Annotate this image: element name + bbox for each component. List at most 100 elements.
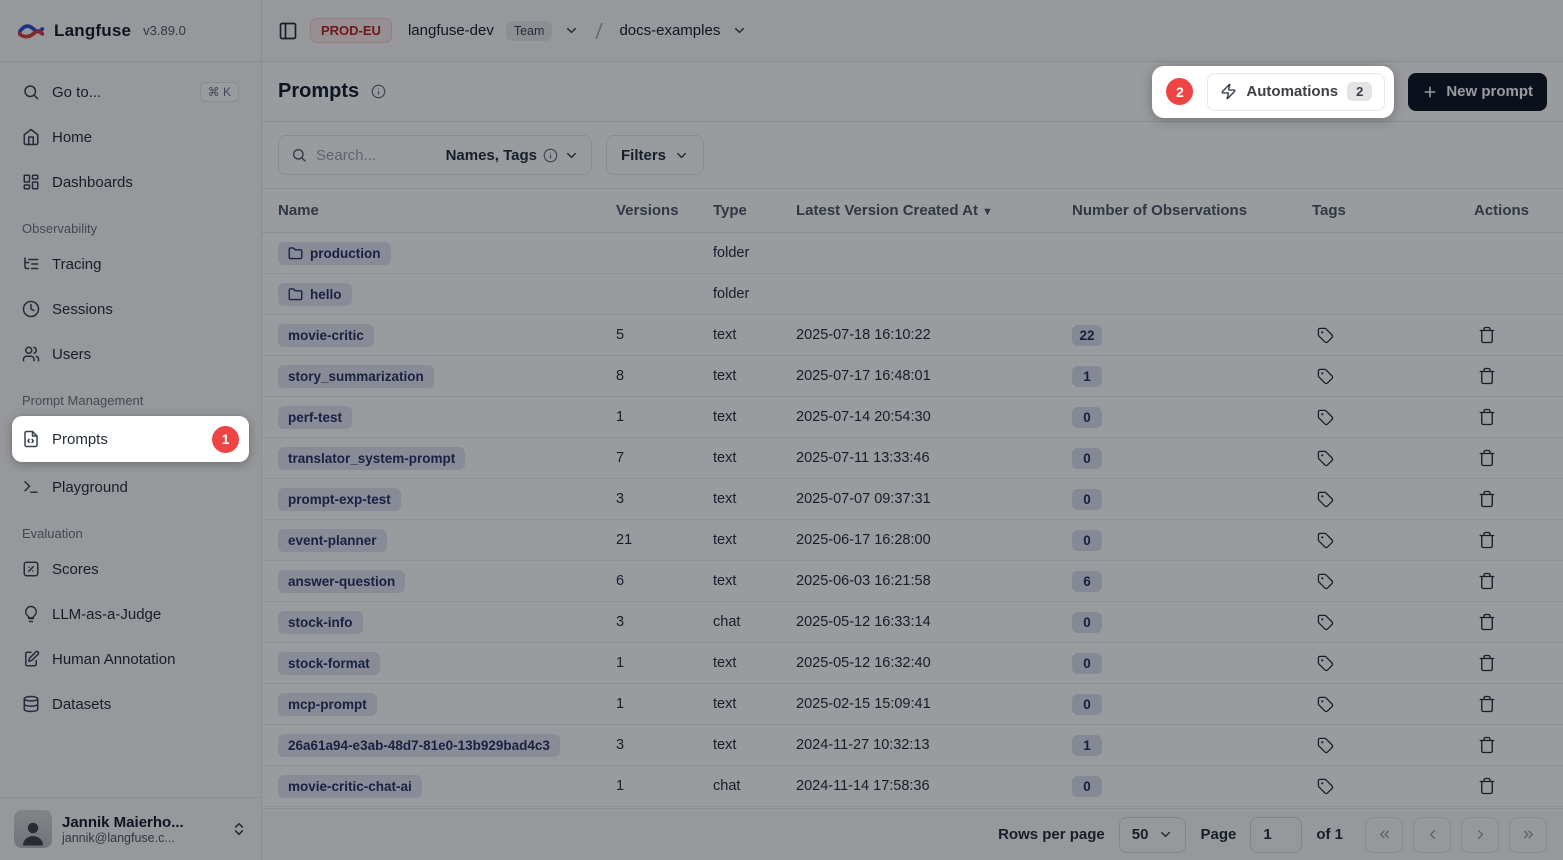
sidebar-item-home[interactable]: Home: [12, 117, 249, 157]
prompts-file-icon: [22, 430, 40, 448]
tag-button[interactable]: [1312, 732, 1338, 758]
search-input[interactable]: Search... Names, Tags: [278, 135, 592, 175]
prompt-name-pill[interactable]: 26a61a94-e3ab-48d7-81e0-13b929bad4c3: [278, 734, 560, 757]
section-prompt-management: Prompt Management: [12, 379, 249, 416]
sidebar-item-scores[interactable]: Scores: [12, 549, 249, 589]
delete-button[interactable]: [1474, 322, 1500, 348]
prompt-name-pill[interactable]: answer-question: [278, 570, 405, 593]
column-header-type[interactable]: Type: [709, 189, 792, 233]
sidebar-item-tracing[interactable]: Tracing: [12, 244, 249, 284]
tag-button[interactable]: [1312, 363, 1338, 389]
table-row[interactable]: movie-critic 5 text 2025-07-18 16:10:22 …: [262, 315, 1563, 356]
sidebar-item-dashboards[interactable]: Dashboards: [12, 162, 249, 202]
info-icon[interactable]: [371, 84, 386, 99]
versions-cell: 7: [612, 438, 709, 479]
table-row[interactable]: 26a61a94-e3ab-48d7-81e0-13b929bad4c3 3 t…: [262, 725, 1563, 766]
prompt-name-pill[interactable]: stock-info: [278, 611, 363, 634]
table-row[interactable]: prompt-exp-test 3 text 2025-07-07 09:37:…: [262, 479, 1563, 520]
column-header-tags[interactable]: Tags: [1308, 189, 1470, 233]
tag-button[interactable]: [1312, 568, 1338, 594]
first-page-button[interactable]: [1365, 817, 1403, 853]
prompt-name-pill[interactable]: story_summarization: [278, 365, 434, 388]
column-header-observations[interactable]: Number of Observations: [1068, 189, 1308, 233]
prompt-name-pill[interactable]: perf-test: [278, 406, 352, 429]
filters-button[interactable]: Filters: [606, 135, 704, 175]
project-breadcrumb[interactable]: docs-examples: [619, 22, 720, 39]
tag-button[interactable]: [1312, 773, 1338, 799]
table-row[interactable]: perf-test 1 text 2025-07-14 20:54:30 0: [262, 397, 1563, 438]
prompt-name-pill[interactable]: translator_system-prompt: [278, 447, 465, 470]
user-name: Jannik Maierho...: [62, 814, 221, 831]
tag-button[interactable]: [1312, 691, 1338, 717]
automations-button[interactable]: Automations 2: [1207, 73, 1385, 111]
sidebar-toggle-icon[interactable]: [278, 21, 298, 41]
delete-button[interactable]: [1474, 363, 1500, 389]
delete-button[interactable]: [1474, 445, 1500, 471]
info-icon: [543, 148, 558, 163]
user-menu[interactable]: Jannik Maierho... jannik@langfuse.c...: [0, 797, 261, 860]
table-row[interactable]: stock-format 1 text 2025-05-12 16:32:40 …: [262, 643, 1563, 684]
delete-button[interactable]: [1474, 773, 1500, 799]
app-version: v3.89.0: [143, 23, 186, 38]
search-scope-dropdown[interactable]: Names, Tags: [446, 147, 579, 164]
delete-button[interactable]: [1474, 650, 1500, 676]
tag-icon: [1317, 491, 1334, 508]
sidebar-item-label: Scores: [52, 561, 99, 578]
next-page-button[interactable]: [1461, 817, 1499, 853]
tag-button[interactable]: [1312, 650, 1338, 676]
chevron-down-icon[interactable]: [564, 23, 579, 38]
topbar: PROD-EU langfuse-dev Team docs-examples: [262, 0, 1563, 62]
table-row[interactable]: movie-critic-chat-ai 1 chat 2024-11-14 1…: [262, 766, 1563, 807]
prompt-name-pill[interactable]: production: [278, 242, 391, 265]
chevron-down-icon[interactable]: [732, 23, 747, 38]
sidebar-item-human-annotation[interactable]: Human Annotation: [12, 639, 249, 679]
tag-button[interactable]: [1312, 486, 1338, 512]
table-row[interactable]: translator_system-prompt 7 text 2025-07-…: [262, 438, 1563, 479]
tag-button[interactable]: [1312, 609, 1338, 635]
delete-button[interactable]: [1474, 732, 1500, 758]
prompt-name-pill[interactable]: event-planner: [278, 529, 387, 552]
column-header-name[interactable]: Name: [262, 189, 612, 233]
table-row[interactable]: story_summarization 8 text 2025-07-17 16…: [262, 356, 1563, 397]
org-breadcrumb[interactable]: langfuse-dev: [408, 22, 494, 39]
tag-button[interactable]: [1312, 322, 1338, 348]
sidebar-item-playground[interactable]: Playground: [12, 467, 249, 507]
prompt-name-pill[interactable]: stock-format: [278, 652, 380, 675]
sidebar-item-llm-as-a-judge[interactable]: LLM-as-a-Judge: [12, 594, 249, 634]
delete-button[interactable]: [1474, 486, 1500, 512]
column-header-created-at[interactable]: Latest Version Created At▼: [792, 189, 1068, 233]
last-page-button[interactable]: [1509, 817, 1547, 853]
table-row[interactable]: event-planner 21 text 2025-06-17 16:28:0…: [262, 520, 1563, 561]
delete-button[interactable]: [1474, 691, 1500, 717]
created-at-cell: 2025-07-14 20:54:30: [792, 397, 1068, 438]
prompt-name-pill[interactable]: movie-critic: [278, 324, 374, 347]
delete-button[interactable]: [1474, 527, 1500, 553]
rows-per-page-select[interactable]: 50: [1119, 817, 1187, 853]
delete-button[interactable]: [1474, 609, 1500, 635]
tag-button[interactable]: [1312, 404, 1338, 430]
page-number-input[interactable]: [1250, 817, 1302, 853]
sidebar-item-datasets[interactable]: Datasets: [12, 684, 249, 724]
sidebar-item-sessions[interactable]: Sessions: [12, 289, 249, 329]
new-prompt-button[interactable]: New prompt: [1408, 73, 1547, 111]
table-row[interactable]: stock-info 3 chat 2025-05-12 16:33:14 0: [262, 602, 1563, 643]
delete-button[interactable]: [1474, 404, 1500, 430]
type-cell: text: [709, 479, 792, 520]
sidebar-item-users[interactable]: Users: [12, 334, 249, 374]
column-header-versions[interactable]: Versions: [612, 189, 709, 233]
table-row[interactable]: mcp-prompt 1 text 2025-02-15 15:09:41 0: [262, 684, 1563, 725]
delete-button[interactable]: [1474, 568, 1500, 594]
table-row[interactable]: hello folder: [262, 274, 1563, 315]
prompt-name-pill[interactable]: hello: [278, 283, 352, 306]
prompt-name-pill[interactable]: mcp-prompt: [278, 693, 377, 716]
prompt-name-pill[interactable]: movie-critic-chat-ai: [278, 775, 422, 798]
prompt-name-pill[interactable]: prompt-exp-test: [278, 488, 401, 511]
tag-button[interactable]: [1312, 445, 1338, 471]
table-row[interactable]: production folder: [262, 233, 1563, 274]
table-row[interactable]: answer-question 6 text 2025-06-03 16:21:…: [262, 561, 1563, 602]
trash-icon: [1478, 572, 1496, 590]
tag-button[interactable]: [1312, 527, 1338, 553]
prev-page-button[interactable]: [1413, 817, 1451, 853]
sidebar-item-prompts[interactable]: Prompts 1: [12, 416, 249, 462]
goto-search[interactable]: Go to... ⌘ K: [12, 72, 249, 112]
